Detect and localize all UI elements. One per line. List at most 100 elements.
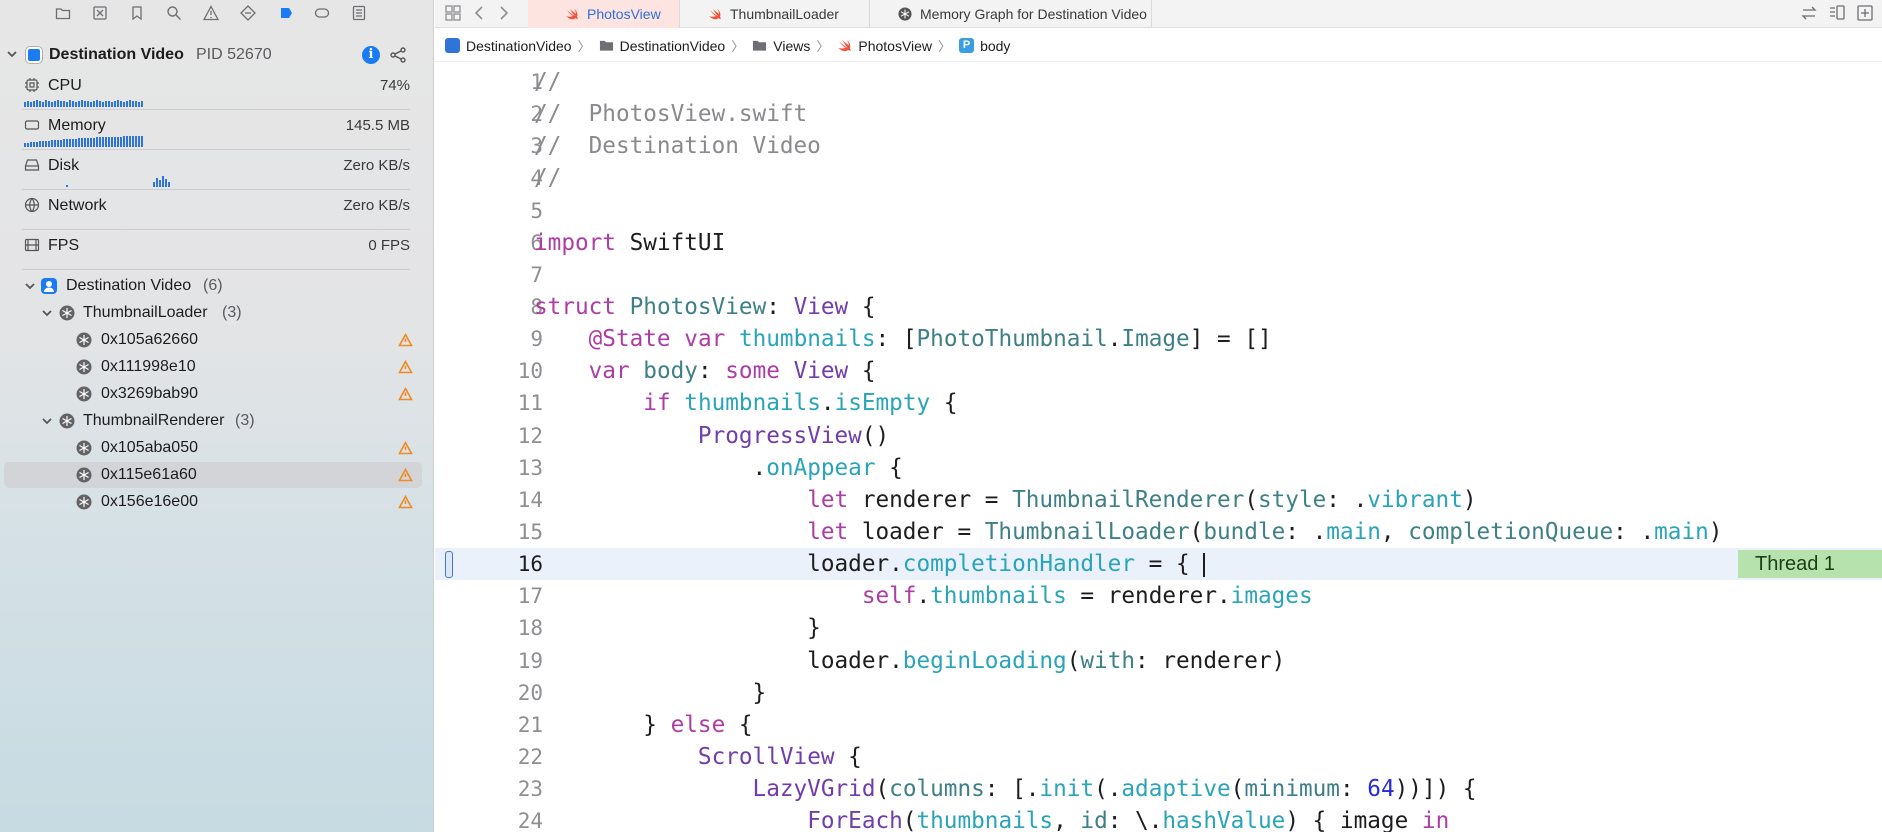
source-editor[interactable]: 1//2// PhotosView.swift 3// Destination V…: [435, 66, 1882, 832]
code-text: import SwiftUI: [534, 229, 726, 256]
editor-options-icon[interactable]: [1828, 4, 1846, 22]
leak-warning-icon[interactable]: [398, 387, 413, 401]
object-icon: [76, 386, 92, 402]
object-icon: [76, 359, 92, 375]
chevron-down-icon[interactable]: [41, 415, 53, 427]
chevron-right-icon[interactable]: [493, 3, 513, 23]
tree-count: (6): [203, 277, 223, 294]
leak-warning-icon[interactable]: [398, 441, 413, 455]
gauge-value: Zero KB/s: [343, 157, 410, 174]
code-line[interactable]: 1//: [435, 66, 1882, 98]
tree-item[interactable]: 0x156e16e00: [0, 489, 434, 515]
code-line[interactable]: 13 .onAppear {: [435, 452, 1882, 484]
code-line[interactable]: 15 let loader = ThumbnailLoader(bundle: …: [435, 516, 1882, 548]
breadcrumb-file[interactable]: PhotosView: [837, 38, 932, 54]
swift-file-icon: [566, 9, 578, 20]
breadcrumb-views[interactable]: Views: [752, 38, 810, 54]
code-line[interactable]: 22 ScrollView {: [435, 741, 1882, 773]
code-line[interactable]: 7: [435, 259, 1882, 291]
gauge-disk[interactable]: Disk Zero KB/s: [22, 150, 410, 190]
warning-icon[interactable]: [202, 4, 220, 22]
code-line[interactable]: 21 } else {: [435, 709, 1882, 741]
text-cursor: [1203, 552, 1206, 577]
code-line-current[interactable]: 16 loader.completionHandler = { Thread 1: [435, 548, 1882, 581]
chevron-down-icon[interactable]: [41, 307, 53, 319]
grid-icon[interactable]: [443, 3, 463, 23]
tree-group-thumbnail-loader[interactable]: ThumbnailLoader (3): [0, 300, 434, 326]
debug-icon[interactable]: [276, 4, 294, 22]
code-line[interactable]: 3// Destination Video: [435, 130, 1882, 162]
tree-item[interactable]: 0x3269bab90: [0, 381, 434, 407]
folder-icon[interactable]: [54, 4, 72, 22]
cpu-icon: [25, 78, 39, 92]
code-line[interactable]: 18 }: [435, 612, 1882, 644]
code-line[interactable]: 12 ProgressView(): [435, 420, 1882, 452]
line-number: 6: [530, 230, 543, 255]
code-line[interactable]: 8 struct PhotosView: View {: [435, 291, 1882, 323]
code-line[interactable]: 20 }: [435, 677, 1882, 709]
search-icon[interactable]: [165, 4, 183, 22]
leak-warning-icon[interactable]: [398, 468, 413, 482]
code-text: //: [534, 165, 562, 192]
share-graph-icon[interactable]: [389, 46, 407, 64]
tree-group-thumbnail-renderer[interactable]: ThumbnailRenderer (3): [0, 408, 434, 434]
code-line[interactable]: 17 self.thumbnails = renderer.images: [435, 580, 1882, 612]
code-line[interactable]: 23 LazyVGrid(columns: [.init(.adaptive(m…: [435, 773, 1882, 805]
gauge-fps[interactable]: FPS 0 FPS: [22, 230, 410, 270]
list-icon[interactable]: [350, 4, 368, 22]
gauge-memory[interactable]: Memory 145.5 MB: [22, 110, 410, 150]
code-line[interactable]: 11 if thumbnails.isEmpty {: [435, 387, 1882, 419]
tag-icon[interactable]: [313, 4, 331, 22]
code-line[interactable]: 10 var body: some View {: [435, 355, 1882, 387]
line-number: 3: [530, 134, 543, 159]
code-line[interactable]: 2// PhotosView.swift: [435, 98, 1882, 130]
tree-root[interactable]: Destination Video (6): [0, 273, 434, 299]
add-editor-icon[interactable]: [1856, 4, 1874, 22]
chevron-down-icon[interactable]: [6, 48, 18, 60]
code-line[interactable]: 6 import SwiftUI: [435, 227, 1882, 259]
code-line[interactable]: 19 loader.beginLoading(with: renderer): [435, 645, 1882, 677]
tree-item-selected[interactable]: 0x115e61a60: [0, 462, 434, 488]
breadcrumb-symbol[interactable]: P body: [959, 38, 1010, 54]
project-icon: [445, 38, 460, 53]
tab-memory-graph[interactable]: Memory Graph for Destination Video: [870, 0, 1152, 28]
code-line[interactable]: 24 ForEach(thumbnails, id: \.hashValue) …: [435, 805, 1882, 832]
xmark-square-icon[interactable]: [91, 4, 109, 22]
gauge-value: 0 FPS: [368, 237, 410, 254]
code-text: loader.beginLoading(with: renderer): [534, 647, 1286, 674]
tree-item[interactable]: 0x111998e10: [0, 354, 434, 380]
tree-item[interactable]: 0x105a62660: [0, 327, 434, 353]
gauge-label: Network: [48, 197, 107, 214]
line-number: 13: [517, 455, 543, 480]
tab-thumbnailloader[interactable]: ThumbnailLoader: [680, 0, 870, 28]
code-line[interactable]: 9 @State var thumbnails: [PhotoThumbnail…: [435, 323, 1882, 355]
code-line[interactable]: 14 let renderer = ThumbnailRenderer(styl…: [435, 484, 1882, 516]
folder-icon: [599, 40, 613, 51]
gauge-network[interactable]: Network Zero KB/s: [22, 190, 410, 230]
chevron-left-icon[interactable]: [470, 3, 490, 23]
tab-photosview[interactable]: PhotosView: [528, 0, 680, 28]
gauge-label: Disk: [48, 157, 80, 174]
diamond-icon[interactable]: [239, 4, 257, 22]
tree-item[interactable]: 0x105aba050: [0, 435, 434, 461]
tab-label: Memory Graph for Destination Video: [920, 6, 1147, 22]
breadcrumb-group[interactable]: DestinationVideo: [599, 38, 725, 54]
process-row[interactable]: Destination Video PID 52670 i: [0, 42, 434, 68]
code-line[interactable]: 4//: [435, 162, 1882, 194]
gauge-cpu[interactable]: CPU 74%: [22, 70, 410, 110]
leak-warning-icon[interactable]: [398, 360, 413, 374]
code-text: // PhotosView.swift: [534, 101, 808, 128]
code-text: let renderer = ThumbnailRenderer(style: …: [807, 486, 1477, 513]
thread-badge[interactable]: Thread 1: [1738, 550, 1882, 579]
gauge-label: CPU: [48, 77, 82, 94]
breadcrumb-project[interactable]: DestinationVideo: [445, 38, 572, 54]
bookmark-icon[interactable]: [128, 4, 146, 22]
editor-area: PhotosView ThumbnailLoader Memory Graph …: [435, 0, 1882, 832]
leak-warning-icon[interactable]: [398, 495, 413, 509]
code-line[interactable]: 5: [435, 195, 1882, 227]
code-text: ScrollView {: [697, 743, 862, 770]
info-icon[interactable]: i: [362, 46, 380, 64]
chevron-down-icon[interactable]: [24, 280, 36, 292]
leak-warning-icon[interactable]: [398, 333, 413, 347]
arrows-swap-icon[interactable]: [1800, 4, 1818, 22]
